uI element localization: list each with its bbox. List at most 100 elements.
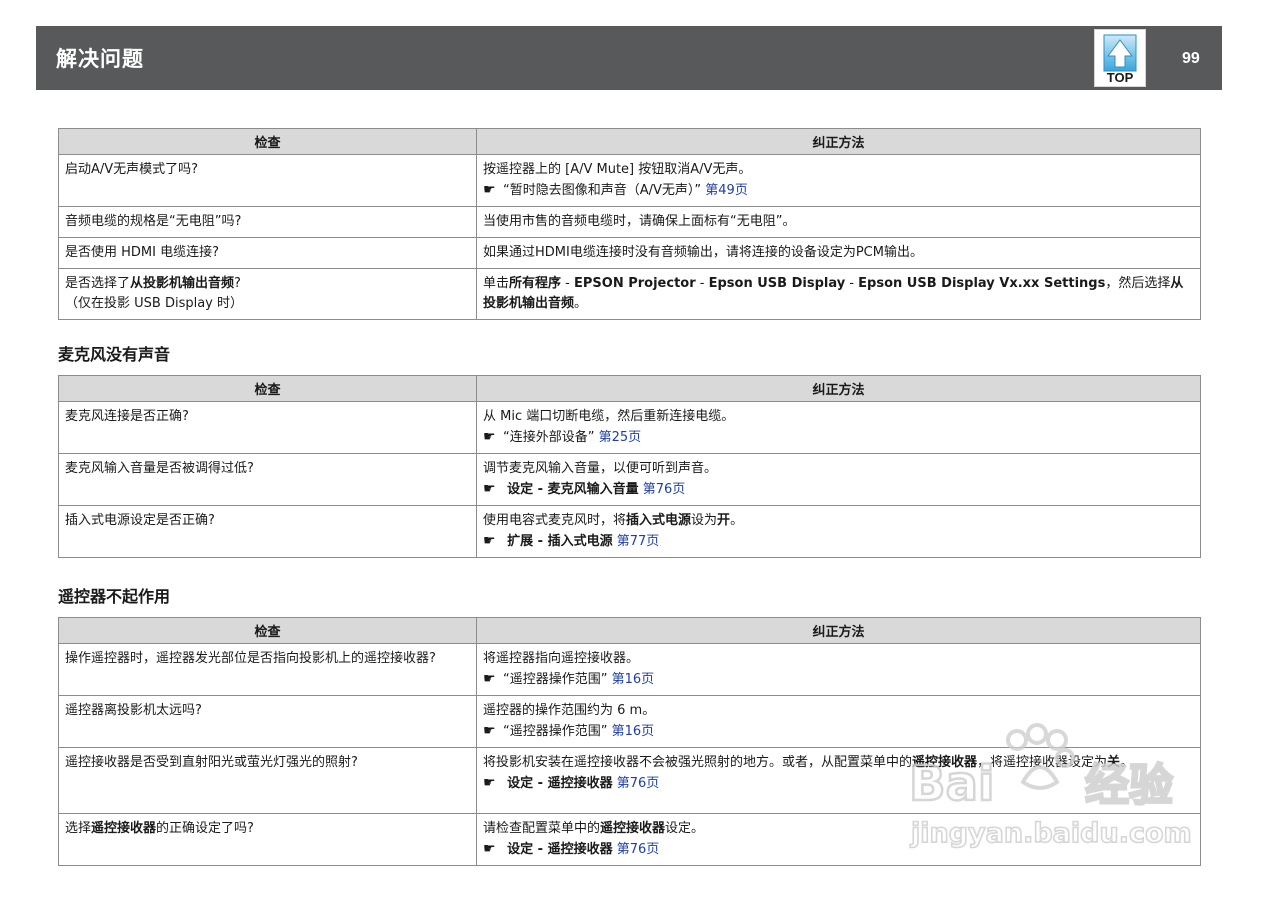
column-header-fix: 纠正方法 [476, 128, 1201, 155]
table-row: 音频电缆的规格是“无电阻”吗? 当使用市售的音频电缆时，请确保上面标有“无电阻”… [58, 206, 1201, 238]
troubleshooting-table-audio: 检查 纠正方法 启动A/V无声模式了吗? 按遥控器上的 [A/V Mute] 按… [58, 128, 1201, 320]
page-link[interactable]: 第76页 [643, 482, 686, 497]
setting-name: 从投影机输出音频 [130, 276, 235, 291]
fix-cell: 单击所有程序 - EPSON Projector - Epson USB Dis… [476, 268, 1201, 320]
section-title-remote: 遥控器不起作用 [58, 587, 171, 606]
check-cell: 是否选择了从投影机输出音频? （仅在投影 USB Display 时） [58, 268, 477, 320]
menu-path: 遥控接收器 [547, 776, 613, 791]
page-link[interactable]: 第25页 [599, 430, 642, 445]
menu-path: 所有程序 [509, 276, 562, 291]
check-cell: 遥控器离投影机太远吗? [58, 695, 477, 748]
column-header-fix: 纠正方法 [476, 375, 1201, 402]
table-row: 是否选择了从投影机输出音频? （仅在投影 USB Display 时） 单击所有… [58, 268, 1201, 320]
reference-text: “暂时隐去图像和声音（A/V无声）” [503, 183, 702, 198]
setting-value: 关 [1107, 755, 1121, 770]
menu-path: Epson USB Display Vx.xx Settings [858, 276, 1106, 291]
table-row: 麦克风输入音量是否被调得过低? 调节麦克风输入音量，以便可听到声音。 ☛ 设定 … [58, 453, 1201, 506]
section-title-microphone: 麦克风没有声音 [58, 345, 171, 364]
table-row: 启动A/V无声模式了吗? 按遥控器上的 [A/V Mute] 按钮取消A/V无声… [58, 154, 1201, 207]
check-text: 的正确设定了吗? [156, 821, 254, 836]
pointing-hand-icon: ☛ [483, 481, 496, 497]
page-link[interactable]: 第76页 [617, 776, 660, 791]
table-header-row: 检查 纠正方法 [58, 617, 1201, 644]
reference-line: ☛ “遥控器操作范围” 第16页 [483, 669, 1194, 690]
menu-path: 扩展 [507, 534, 534, 549]
page-link[interactable]: 第49页 [705, 183, 748, 198]
table-row: 遥控接收器是否受到直射阳光或萤光灯强光的照射? 将投影机安装在遥控接收器不会被强… [58, 747, 1201, 814]
fix-text: 从 Mic 端口切断电缆，然后重新连接电缆。 [483, 409, 735, 424]
top-arrow-icon [1103, 34, 1137, 72]
fix-text: 。 [574, 296, 588, 311]
troubleshooting-table-microphone: 检查 纠正方法 麦克风连接是否正确? 从 Mic 端口切断电缆，然后重新连接电缆… [58, 375, 1201, 558]
troubleshooting-table-remote: 检查 纠正方法 操作遥控器时，遥控器发光部位是否指向投影机上的遥控接收器? 将遥… [58, 617, 1201, 866]
fix-line: 请检查配置菜单中的遥控接收器设定。 [483, 819, 1194, 839]
separator: - [845, 276, 859, 291]
separator: - [695, 276, 709, 291]
fix-text: 按遥控器上的 [A/V Mute] 按钮取消A/V无声。 [483, 162, 752, 177]
top-button[interactable]: TOP [1094, 29, 1146, 87]
separator: - [533, 534, 548, 549]
page-number: 99 [1182, 50, 1200, 67]
pointing-hand-icon: ☛ [483, 671, 496, 687]
pointing-hand-icon: ☛ [483, 775, 496, 791]
table-row: 遥控器离投影机太远吗? 遥控器的操作范围约为 6 m。 ☛ “遥控器操作范围” 第… [58, 695, 1201, 748]
fix-text: 将投影机安装在遥控接收器不会被强光照射的地方。或者，从配置菜单中的 [483, 755, 913, 770]
menu-path: 设定 [507, 842, 534, 857]
separator: - [561, 276, 574, 291]
check-cell: 操作遥控器时，遥控器发光部位是否指向投影机上的遥控接收器? [58, 643, 477, 696]
check-cell: 音频电缆的规格是“无电阻”吗? [58, 206, 477, 238]
fix-text: 单击 [483, 276, 510, 291]
page-header: 解决问题 TOP 99 [36, 26, 1222, 90]
menu-path: EPSON Projector [574, 276, 696, 291]
reference-text: “遥控器操作范围” [503, 672, 608, 687]
fix-cell: 从 Mic 端口切断电缆，然后重新连接电缆。 ☛ “连接外部设备” 第25页 [476, 401, 1201, 454]
check-text: ? [234, 276, 241, 291]
check-text: 选择 [65, 821, 92, 836]
fix-cell: 调节麦克风输入音量，以便可听到声音。 ☛ 设定 - 麦克风输入音量 第76页 [476, 453, 1201, 506]
menu-path: 遥控接收器 [547, 842, 613, 857]
reference-text: “连接外部设备” [503, 430, 595, 445]
fix-text: ，将遥控接收器设定为 [977, 755, 1108, 770]
fix-text: ，然后选择 [1105, 276, 1171, 291]
setting-name: 遥控接收器 [91, 821, 157, 836]
check-cell: 遥控接收器是否受到直射阳光或萤光灯强光的照射? [58, 747, 477, 814]
menu-path: 麦克风输入音量 [547, 482, 639, 497]
page-link[interactable]: 第16页 [612, 724, 655, 739]
pointing-hand-icon: ☛ [483, 182, 496, 198]
pointing-hand-icon: ☛ [483, 429, 496, 445]
check-cell: 启动A/V无声模式了吗? [58, 154, 477, 207]
page-link[interactable]: 第77页 [617, 534, 660, 549]
reference-line: ☛ 设定 - 麦克风输入音量 第76页 [483, 479, 1194, 500]
reference-line: ☛ “遥控器操作范围” 第16页 [483, 721, 1194, 742]
fix-cell: 如果通过HDMI电缆连接时没有音频输出，请将连接的设备设定为PCM输出。 [476, 237, 1201, 269]
fix-text: 将遥控器指向遥控接收器。 [483, 651, 640, 666]
page-title: 解决问题 [56, 47, 144, 71]
reference-line: ☛ 设定 - 遥控接收器 第76页 [483, 839, 1194, 860]
fix-cell: 按遥控器上的 [A/V Mute] 按钮取消A/V无声。 ☛ “暂时隐去图像和声音… [476, 154, 1201, 207]
check-cell: 是否使用 HDMI 电缆连接? [58, 237, 477, 269]
pointing-hand-icon: ☛ [483, 841, 496, 857]
column-header-check: 检查 [58, 617, 477, 644]
fix-cell: 当使用市售的音频电缆时，请确保上面标有“无电阻”。 [476, 206, 1201, 238]
check-cell: 麦克风输入音量是否被调得过低? [58, 453, 477, 506]
menu-path: 插入式电源 [547, 534, 613, 549]
fix-cell: 将遥控器指向遥控接收器。 ☛ “遥控器操作范围” 第16页 [476, 643, 1201, 696]
table-header-row: 检查 纠正方法 [58, 128, 1201, 155]
fix-line: 使用电容式麦克风时，将插入式电源设为开。 [483, 511, 1194, 531]
setting-name: 遥控接收器 [600, 821, 666, 836]
fix-text: 。 [730, 513, 744, 528]
column-header-fix: 纠正方法 [476, 617, 1201, 644]
setting-name: 插入式电源 [626, 513, 692, 528]
separator: - [533, 482, 548, 497]
check-cell: 麦克风连接是否正确? [58, 401, 477, 454]
page-link[interactable]: 第76页 [617, 842, 660, 857]
check-cell: 选择遥控接收器的正确设定了吗? [58, 813, 477, 866]
fix-line: 将投影机安装在遥控接收器不会被强光照射的地方。或者，从配置菜单中的遥控接收器，将… [483, 753, 1194, 773]
check-note: （仅在投影 USB Display 时） [65, 296, 244, 311]
fix-text: 。 [1120, 755, 1134, 770]
menu-path: 设定 [507, 776, 534, 791]
separator: - [533, 842, 548, 857]
fix-cell: 遥控器的操作范围约为 6 m。 ☛ “遥控器操作范围” 第16页 [476, 695, 1201, 748]
fix-text: 请检查配置菜单中的 [483, 821, 601, 836]
page-link[interactable]: 第16页 [612, 672, 655, 687]
